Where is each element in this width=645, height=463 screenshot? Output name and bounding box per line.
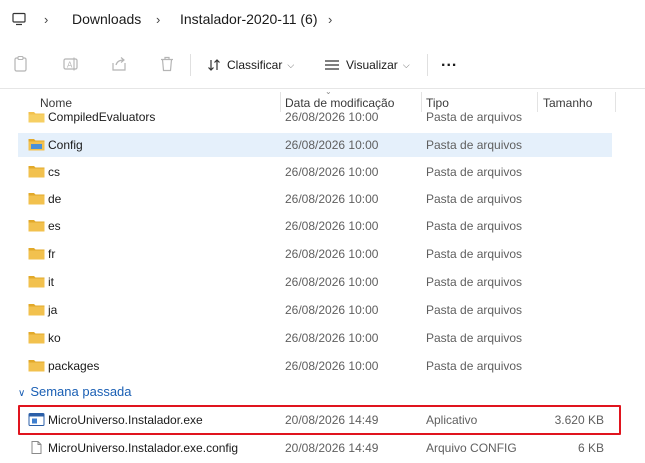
file-name: Config [48,138,83,152]
file-name: MicroUniverso.Instalador.exe.config [48,441,239,455]
list-item-ja[interactable]: ja 26/08/2026 10:00 Pasta de arquivos [18,298,612,322]
file-type: Pasta de arquivos [426,303,523,317]
file-type: Pasta de arquivos [426,275,523,289]
share-icon[interactable] [110,55,128,73]
rename-icon[interactable]: A [62,55,80,73]
toolbar-divider [190,54,191,76]
sort-indicator-icon: ⌄ [325,87,332,96]
svg-text:A: A [67,61,73,70]
folder-icon [28,332,45,344]
view-icon [325,60,339,70]
folder-icon [28,112,45,123]
file-name: de [48,192,62,206]
modified-date: 26/08/2026 10:00 [285,303,379,317]
file-name: CompiledEvaluators [48,110,156,124]
file-type: Pasta de arquivos [426,247,523,261]
file-type: Pasta de arquivos [426,219,523,233]
group-label: Semana passada [30,384,132,399]
file-size: 6 KB [577,441,604,455]
list-item-es[interactable]: es 26/08/2026 10:00 Pasta de arquivos [18,214,612,238]
sort-label: Classificar [227,58,283,72]
modified-date: 20/08/2026 14:49 [285,441,379,455]
list-item-it[interactable]: it 26/08/2026 10:00 Pasta de arquivos [18,270,612,294]
file-name: it [48,275,54,289]
delete-icon[interactable] [158,55,176,73]
modified-date: 26/08/2026 10:00 [285,219,379,233]
breadcrumb-downloads[interactable]: Downloads [72,11,141,27]
list-item-fr[interactable]: fr 26/08/2026 10:00 Pasta de arquivos [18,242,612,266]
folder-icon [28,276,45,288]
folder-icon [28,166,45,178]
monitor-icon[interactable] [12,12,26,26]
breadcrumb-separator-icon[interactable]: › [156,12,160,27]
chevron-down-icon: ∨ [18,388,26,399]
modified-date: 26/08/2026 10:00 [285,165,379,179]
file-type: Pasta de arquivos [426,192,523,206]
list-item-packages[interactable]: packages 26/08/2026 10:00 Pasta de arqui… [18,354,612,378]
file-name: ko [48,331,61,345]
list-item-de[interactable]: de 26/08/2026 10:00 Pasta de arquivos [18,187,612,211]
breadcrumb-separator-icon[interactable]: › [328,12,332,27]
file-name: ja [48,303,58,317]
file-type: Arquivo CONFIG [426,441,517,455]
folder-icon [28,304,45,316]
file-type: Pasta de arquivos [426,110,523,124]
sort-icon [208,59,220,71]
file-type: Pasta de arquivos [426,331,523,345]
breadcrumb-separator-icon[interactable]: › [44,12,48,27]
file-type: Pasta de arquivos [426,138,523,152]
folder-icon [28,139,45,151]
highlight-annotation [18,405,621,435]
list-item-compiledevaluators[interactable]: CompiledEvaluators 26/08/2026 10:00 Past… [18,106,612,126]
list-item-installer-config[interactable]: MicroUniverso.Instalador.exe.config 20/0… [18,436,612,460]
view-label: Visualizar [346,58,398,72]
file-type: Pasta de arquivos [426,359,523,373]
breadcrumb-current-folder[interactable]: Instalador-2020-11 (6) [180,11,317,27]
chevron-down-icon: ⌵ [287,59,295,70]
list-item-config[interactable]: Config 26/08/2026 10:00 Pasta de arquivo… [18,133,612,157]
list-item-ko[interactable]: ko 26/08/2026 10:00 Pasta de arquivos [18,326,612,350]
view-button[interactable]: Visualizar ⌵ [324,55,410,75]
modified-date: 26/08/2026 10:00 [285,247,379,261]
sort-button[interactable]: Classificar ⌵ [207,55,294,75]
file-name: es [48,219,61,233]
file-name: fr [48,247,56,261]
more-options-button[interactable]: ... [441,54,457,70]
address-bar: › Downloads › Instalador-2020-11 (6) › [0,0,645,40]
folder-icon [28,360,45,372]
modified-date: 26/08/2026 10:00 [285,110,379,124]
file-name: packages [48,359,100,373]
column-divider[interactable] [615,92,616,112]
folder-icon [28,193,45,205]
modified-date: 26/08/2026 10:00 [285,192,379,206]
modified-date: 26/08/2026 10:00 [285,138,379,152]
document-icon [31,441,42,454]
chevron-down-icon: ⌵ [402,59,410,70]
modified-date: 26/08/2026 10:00 [285,275,379,289]
file-type: Pasta de arquivos [426,165,523,179]
toolbar-divider [427,54,428,76]
modified-date: 26/08/2026 10:00 [285,359,379,373]
folder-icon [28,220,45,232]
modified-date: 26/08/2026 10:00 [285,331,379,345]
list-item-cs[interactable]: cs 26/08/2026 10:00 Pasta de arquivos [18,160,612,184]
file-name: cs [48,165,60,179]
folder-icon [28,248,45,260]
command-bar: A Classificar ⌵ Visualizar ⌵ ... [0,40,645,89]
group-header-last-week[interactable]: ∨ Semana passada [18,384,132,404]
paste-icon[interactable] [12,55,30,73]
